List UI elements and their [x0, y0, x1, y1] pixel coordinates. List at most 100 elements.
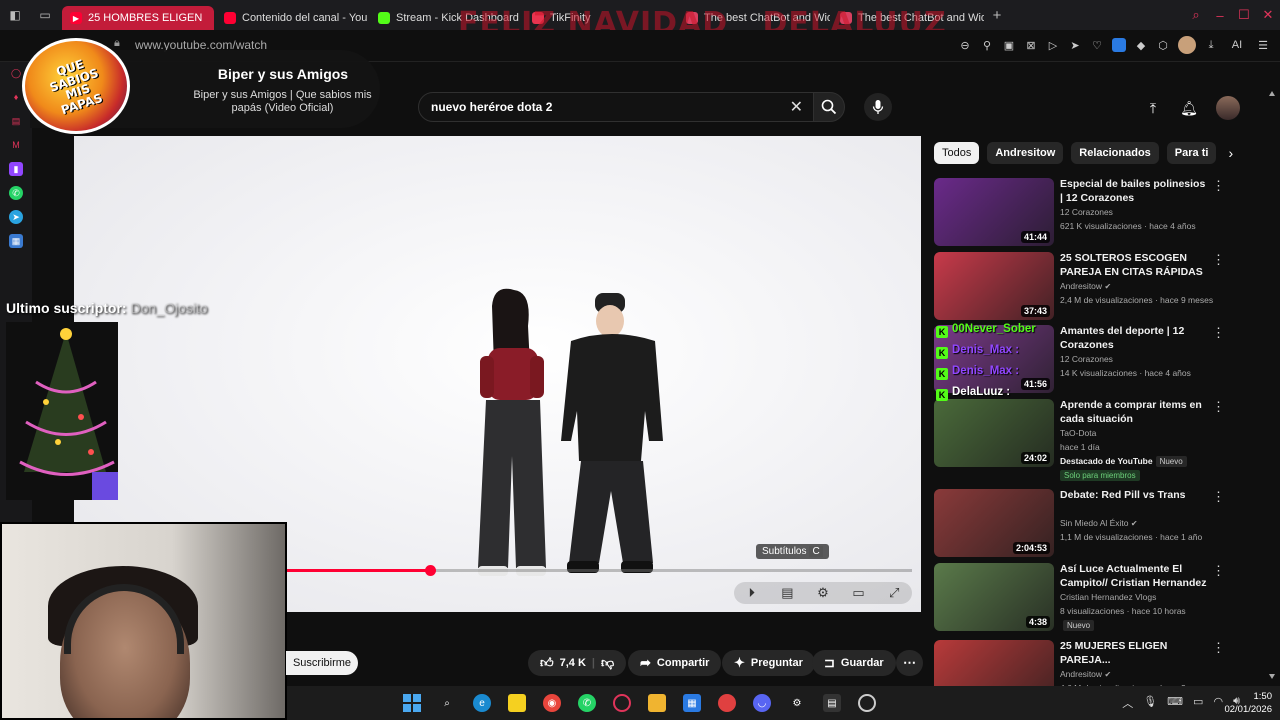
like-button[interactable]: 👍︎ 7,4 K | 👎︎ [528, 650, 627, 676]
ask-button[interactable]: ✦ Preguntar [722, 650, 815, 676]
filter-chip[interactable]: Todos [934, 142, 980, 164]
notes-icon[interactable] [508, 694, 526, 712]
save-button[interactable]: ⊐ Guardar [812, 650, 896, 676]
browser-tab[interactable]: Stream - Kick Dashboard [370, 6, 522, 30]
video-thumbnail[interactable]: 4:38 [934, 563, 1054, 631]
discord-icon[interactable]: ◡ [753, 694, 771, 712]
recommendation-title[interactable]: Debate: Red Pill vs Trans [1060, 489, 1210, 503]
new-tab-button[interactable]: + [984, 7, 1010, 24]
autoplay-toggle-icon[interactable]: ⏵ [743, 585, 761, 601]
more-vertical-icon[interactable]: ⋮ [1212, 489, 1225, 505]
video-thumbnail[interactable]: 2:04:53 [934, 489, 1054, 557]
obs-red-icon[interactable] [718, 694, 736, 712]
recommendation-channel[interactable]: Sin Miedo Al Éxito [1060, 518, 1129, 528]
extension-diamond-icon[interactable]: ◆ [1134, 38, 1148, 52]
screenshot-icon[interactable]: ▣ [1002, 38, 1016, 52]
system-clock[interactable]: 1:50 02/01/2026 [1224, 690, 1272, 717]
taskbar-search-icon[interactable]: ⌕ [438, 694, 456, 712]
sidebar-toggle-icon[interactable]: ◧ [0, 0, 30, 30]
recommendation-channel[interactable]: Andresitow [1060, 281, 1102, 291]
tab-list-icon[interactable]: ▭ [30, 0, 60, 30]
upload-icon[interactable]: ⤒ [1144, 99, 1162, 117]
recommendation-title[interactable]: 25 SOLTEROS ESCOGEN PAREJA EN CITAS RÁPI… [1060, 252, 1210, 279]
recommendation-channel[interactable]: 12 Corazones [1060, 207, 1113, 217]
more-vertical-icon[interactable]: ⋮ [1212, 563, 1225, 579]
recommendation-channel[interactable]: Cristian Hernandez Vlogs [1060, 592, 1156, 602]
recommendation-channel[interactable]: TaO-Dota [1060, 428, 1096, 438]
gmail-icon[interactable]: M [9, 138, 23, 152]
more-vertical-icon[interactable]: ⋮ [1212, 252, 1225, 268]
video-thumbnail[interactable]: 24:02 [934, 399, 1054, 467]
send-icon[interactable]: ➤ [1068, 38, 1082, 52]
recommendation-title[interactable]: Así Luce Actualmente El Campito// Cristi… [1060, 563, 1210, 591]
browser-tab[interactable]: The best ChatBot and Wid [832, 6, 984, 30]
subtitles-icon[interactable]: ▤ [778, 585, 796, 601]
subscribe-button[interactable]: Suscribirme [286, 651, 358, 675]
search-box[interactable]: nuevo heréroe dota 2 ✕ [418, 92, 814, 122]
recommendation-title[interactable]: 25 MUJERES ELIGEN PAREJA... [1060, 640, 1210, 667]
pin-icon[interactable]: ⚲ [980, 38, 994, 52]
chevron-right-icon[interactable]: › [1228, 145, 1233, 161]
bookmark-icon[interactable]: ♦ [9, 90, 23, 104]
whatsapp-taskbar-icon[interactable]: ✆ [578, 694, 596, 712]
store-icon[interactable]: ▦ [683, 694, 701, 712]
progress-bar[interactable] [286, 565, 912, 576]
filter-chip[interactable]: Andresitow [987, 142, 1064, 164]
history-icon[interactable]: ▤ [9, 114, 23, 128]
block-icon[interactable]: ⊠ [1024, 38, 1038, 52]
zoom-icon[interactable]: ⊖ [958, 38, 972, 52]
profile-avatar[interactable] [1178, 36, 1196, 54]
heart-icon[interactable]: ♡ [1090, 38, 1104, 52]
extension-blue-icon[interactable] [1112, 38, 1126, 52]
browser-tab[interactable]: ▶ 25 HOMBRES ELIGEN [62, 6, 214, 30]
browser-tab[interactable]: TikFinity [524, 6, 676, 30]
video-thumbnail[interactable]: 41:44 [934, 178, 1054, 246]
download-icon[interactable]: ⤓ [1204, 38, 1218, 52]
maximize-button[interactable]: ☐ [1232, 7, 1256, 23]
steam-icon[interactable]: ⚙ [788, 694, 806, 712]
menu-icon[interactable]: ☰ [1256, 38, 1270, 52]
clear-search-icon[interactable]: ✕ [790, 97, 803, 117]
windows-start-icon[interactable] [403, 694, 421, 712]
notifications-icon[interactable]: 🔔︎ [1180, 99, 1198, 117]
minimize-button[interactable]: – [1208, 8, 1232, 23]
recommendation-channel[interactable]: Andresitow [1060, 669, 1102, 679]
scrubber-handle[interactable] [424, 565, 436, 576]
recommendation-item[interactable]: 24:02 Aprende a comprar items en cada sit… [934, 399, 1274, 481]
share-button[interactable]: ➦ Compartir [628, 650, 722, 676]
close-window-button[interactable]: ✕ [1256, 7, 1280, 23]
more-vertical-icon[interactable]: ⋮ [1212, 178, 1225, 194]
search-button[interactable] [813, 92, 845, 122]
recommendation-item[interactable]: 41:44 Especial de bailes polinesios | 12 … [934, 178, 1274, 248]
recommendation-item[interactable]: 4:38 Así Luce Actualmente El Campito// Cr… [934, 563, 1274, 633]
edge-icon[interactable]: e [473, 694, 491, 712]
twitch-icon[interactable]: ▮ [9, 162, 23, 176]
search-input[interactable]: nuevo heréroe dota 2 [431, 100, 552, 114]
account-avatar[interactable] [1216, 96, 1240, 120]
miniplayer-icon[interactable]: ▭ [850, 585, 868, 601]
filter-chip[interactable]: Para ti [1166, 142, 1217, 164]
video-thumbnail[interactable]: 37:43 [934, 252, 1054, 320]
opera-icon[interactable]: ◯ [9, 66, 23, 80]
recommendation-item[interactable]: 2:04:53 Debate: Red Pill vs Trans ⋮ Sin Mie… [934, 489, 1274, 559]
obs-icon[interactable] [858, 694, 876, 712]
display-icon[interactable]: ▭ [1193, 695, 1203, 711]
puzzle-icon[interactable]: ⬡ [1156, 38, 1170, 52]
app-icon[interactable]: ▦ [9, 234, 23, 248]
search-tabs-icon[interactable]: ⌕ [1184, 7, 1208, 23]
browser-tab[interactable]: Contenido del canal - You [216, 6, 368, 30]
wifi-icon[interactable]: ◠ [1213, 695, 1223, 711]
recommendation-title[interactable]: Especial de bailes polinesios | 12 Coraz… [1060, 178, 1210, 205]
play-icon[interactable]: ▷ [1046, 38, 1060, 52]
ai-icon[interactable]: AI [1226, 38, 1248, 52]
capture-app-icon[interactable]: ▤ [823, 694, 841, 712]
opera-taskbar-icon[interactable] [613, 694, 631, 712]
recommendation-item[interactable]: 37:43 25 SOLTEROS ESCOGEN PAREJA EN CITAS… [934, 252, 1274, 322]
scrollbar[interactable] [1268, 90, 1276, 680]
tray-mic-icon[interactable]: 🎙︎ [1143, 695, 1157, 711]
keyboard-icon[interactable]: ⌨ [1167, 695, 1183, 711]
fullscreen-icon[interactable]: ⤢ [885, 585, 903, 601]
more-vertical-icon[interactable]: ⋮ [1212, 640, 1225, 656]
file-explorer-icon[interactable] [648, 694, 666, 712]
telegram-icon[interactable]: ➤ [9, 210, 23, 224]
